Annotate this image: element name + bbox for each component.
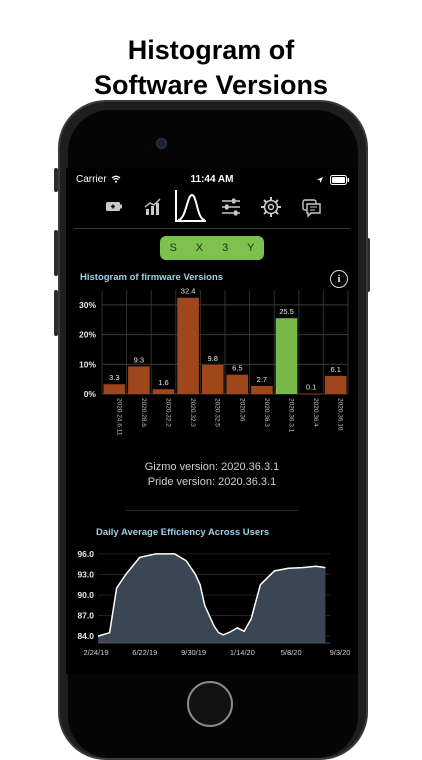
segment-x[interactable]: X [196,242,203,254]
efficiency-ytick: 90.0 [77,590,94,600]
histogram-category-label: 2020.28.6 [140,398,147,427]
histogram-ytick: 20% [79,330,96,340]
histogram-value-label: 2.7 [257,375,267,384]
efficiency-ytick: 93.0 [77,569,94,579]
sliders-icon[interactable] [216,192,246,222]
histogram-category-label: 2020.36.4 [312,398,319,427]
efficiency-xtick: 5/8/20 [281,648,302,657]
battery-icon[interactable] [98,192,128,222]
histogram-ytick: 10% [79,359,96,369]
headline-line-2: Software Versions [93,70,329,100]
distribution-icon[interactable] [172,188,210,224]
histogram-bar [128,366,150,394]
histogram-bar [300,393,322,395]
histogram-value-label: 32.4 [181,287,196,296]
histogram-value-label: 9.8 [207,354,217,363]
toolbar-divider [74,228,350,229]
histogram-title: Histogram of firmware Versions [80,272,223,283]
histogram-category-label: 2020.32.5 [214,398,221,427]
message-icon[interactable] [296,192,326,222]
histogram-category-label: 2020.32.2 [165,398,172,427]
histogram-value-label: 3.3 [109,373,119,382]
front-camera [156,138,167,149]
histogram-ytick: 0% [84,389,97,399]
efficiency-xtick: 6/22/19 [132,648,157,657]
segment-3[interactable]: 3 [222,242,228,254]
histogram-ytick: 30% [79,300,96,310]
efficiency-ytick: 87.0 [77,611,94,621]
histogram-category-label: 2020.36.10 [337,398,344,431]
histogram-bar [251,385,273,394]
segment-s[interactable]: S [169,242,176,254]
status-time: 11:44 AM [190,174,234,185]
gear-icon[interactable] [256,192,286,222]
histogram-bar [324,375,347,394]
histogram-value-label: 1.6 [158,378,168,387]
histogram-value-label: 25.5 [279,307,294,316]
histogram-value-label: 6.1 [330,365,340,374]
app-screen: Carrier 11:44 AM S X 3 Y i Histogram of … [66,168,358,674]
efficiency-ytick: 84.0 [77,631,94,641]
efficiency-xtick: 9/3/20 [330,648,351,657]
efficiency-title: Daily Average Efficiency Across Users [96,527,269,538]
histogram-category-label: 2020.36 [238,398,245,422]
segment-y[interactable]: Y [247,242,254,254]
histogram-bar [103,384,126,394]
section-divider [126,510,298,511]
histogram-category-label: 2020.32.3 [189,398,196,427]
histogram-value-label: 6.5 [232,364,242,373]
histogram-bar [152,389,175,394]
gizmo-version: Gizmo version: 2020.36.3.1 [144,461,280,473]
battery-status-icon [330,175,350,185]
pride-version: Pride version: 2020.36.3.1 [147,476,277,488]
histogram-bar [226,374,249,394]
home-button[interactable] [187,681,233,727]
efficiency-xtick: 1/14/20 [230,648,255,657]
histogram-value-label: 0.1 [306,383,316,392]
histogram-bar [177,297,199,394]
efficiency-xtick: 9/30/19 [181,648,206,657]
segment-control[interactable]: S X 3 Y [160,236,264,260]
histogram-category-label: 2020.36.3.1 [288,398,295,433]
histogram-category-label: 2020.24.6.11 [115,398,122,436]
headline-line-1: Histogram of [127,35,295,65]
histogram-category-label: 2020.36.3 [263,398,270,427]
efficiency-xtick: 2/24/19 [83,648,108,657]
efficiency-chart: Daily Average Efficiency Across Users 84.… [77,527,351,657]
histogram-value-label: 9.3 [134,355,144,364]
efficiency-ytick: 96.0 [77,549,94,559]
histogram-bar [201,364,224,394]
histogram-bar [275,318,298,394]
histogram-chart: Histogram of firmware Versions 0% 10% 20% 30… [79,272,349,436]
bar-chart-icon[interactable] [138,192,168,222]
location-arrow-icon [317,177,323,183]
